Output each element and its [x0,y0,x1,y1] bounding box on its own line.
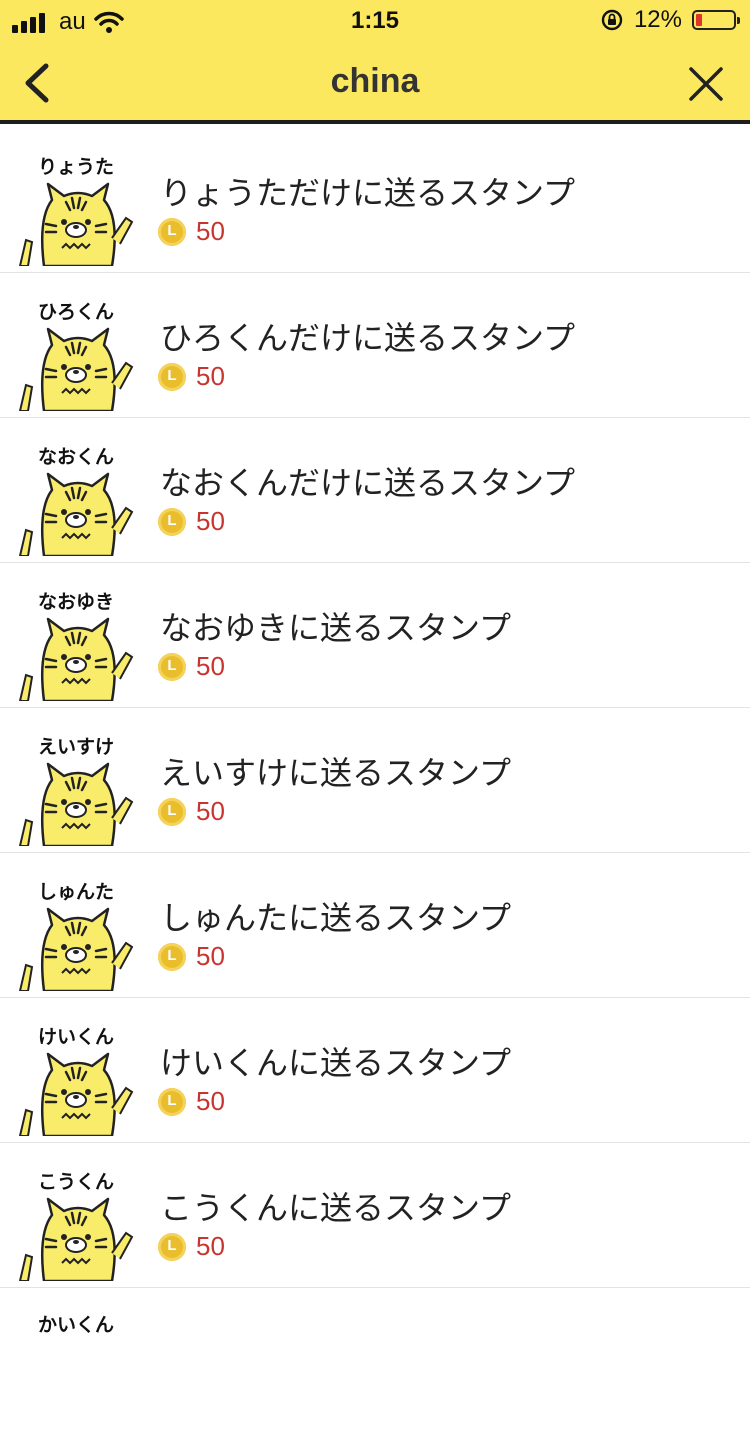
price: L 50 [158,506,225,537]
list-item[interactable]: えいすけ えいすけに送るスタンプ L 50 [0,708,750,853]
price-value: 50 [196,1086,225,1116]
thumbnail-name: しゅんた [37,881,114,903]
rotation-lock-icon [601,9,623,31]
battery-percent: 12% [633,6,682,33]
price: L 50 [158,1086,225,1117]
sticker-title: しゅんたに送るスタンプ [160,899,512,937]
price: L 50 [158,941,225,972]
line-coin-icon: L [158,797,186,826]
list-item-partial[interactable]: かいくん [0,1288,750,1433]
tiger-sticker-image [18,327,134,411]
line-coin-icon: L [158,217,186,246]
price: L 50 [158,361,225,392]
thumbnail-name: かいくん [37,1314,114,1336]
sticker-thumbnail: なおゆき [16,583,136,701]
sticker-thumbnail: なおくん [16,438,136,556]
coin-letter: L [167,1091,177,1109]
coin-letter: L [167,366,177,384]
app-header: au 1:15 12% china [0,0,750,124]
price-value: 50 [196,1231,225,1261]
list-item[interactable]: しゅんた しゅんたに送るスタンプ L 50 [0,853,750,998]
sticker-title: えいすけに送るスタンプ [160,754,512,792]
list-item[interactable]: けいくん けいくんに送るスタンプ L 50 [0,998,750,1143]
coin-letter: L [167,221,177,239]
line-coin-icon: L [158,652,186,681]
line-coin-icon: L [158,1232,186,1261]
sticker-thumbnail: しゅんた [16,873,136,991]
line-coin-icon: L [158,507,186,536]
tiger-sticker-image [18,617,134,701]
thumbnail-name: えいすけ [37,736,114,758]
sticker-title: けいくんに送るスタンプ [160,1044,512,1082]
tiger-sticker-image [18,1052,134,1136]
sticker-thumbnail: こうくん [16,1163,136,1281]
close-button[interactable] [686,62,726,106]
thumbnail-name: こうくん [37,1171,114,1193]
sticker-thumbnail: えいすけ [16,728,136,846]
thumbnail-name: なおゆき [37,591,114,613]
thumbnail-name: ひろくん [37,301,114,323]
list-item[interactable]: ひろくん ひろくんだけに送るスタンプ L 50 [0,273,750,418]
sticker-title: りょうただけに送るスタンプ [160,174,576,212]
price: L 50 [158,216,225,247]
list-item[interactable]: なおくん なおくんだけに送るスタンプ L 50 [0,418,750,563]
list-item[interactable]: なおゆき なおゆきに送るスタンプ L 50 [0,563,750,708]
battery-icon [692,10,740,30]
coin-letter: L [167,1236,177,1254]
list-item[interactable]: りょうた りょうただけに送るスタンプ L 50 [0,128,750,273]
tiger-sticker-image [18,1197,134,1281]
thumbnail-name: りょうた [37,156,114,178]
line-coin-icon: L [158,942,186,971]
coin-letter: L [167,946,177,964]
price-value: 50 [196,506,225,536]
tiger-sticker-image [18,182,134,266]
price-value: 50 [196,361,225,391]
page-title: china [330,62,420,100]
tiger-sticker-image [18,762,134,846]
thumbnail-name: けいくん [37,1026,114,1048]
sticker-thumbnail: ひろくん [16,293,136,411]
tiger-sticker-image [18,907,134,991]
coin-letter: L [167,656,177,674]
list-item[interactable]: こうくん こうくんに送るスタンプ L 50 [0,1143,750,1288]
coin-letter: L [167,511,177,529]
price-value: 50 [196,651,225,681]
price: L 50 [158,651,225,682]
price: L 50 [158,1231,225,1262]
price-value: 50 [196,216,225,246]
sticker-title: ひろくんだけに送るスタンプ [160,319,576,357]
thumbnail-name: なおくん [37,446,114,468]
sticker-title: こうくんに送るスタンプ [160,1189,512,1227]
sticker-title: なおくんだけに送るスタンプ [160,464,576,502]
close-icon [689,67,723,101]
line-coin-icon: L [158,362,186,391]
price-value: 50 [196,941,225,971]
tiger-sticker-image [18,472,134,556]
line-coin-icon: L [158,1087,186,1116]
coin-letter: L [167,801,177,819]
sticker-title: なおゆきに送るスタンプ [160,609,512,647]
sticker-thumbnail: りょうた [16,148,136,266]
price-value: 50 [196,796,225,826]
status-right: 12% [600,6,740,34]
price: L 50 [158,796,225,827]
status-bar: au 1:15 12% [0,0,750,42]
sticker-thumbnail: けいくん [16,1018,136,1136]
sticker-list: りょうた りょうただけに送るスタンプ L 50 ひろくん ひろくんだけに送るスタ… [0,128,750,1433]
